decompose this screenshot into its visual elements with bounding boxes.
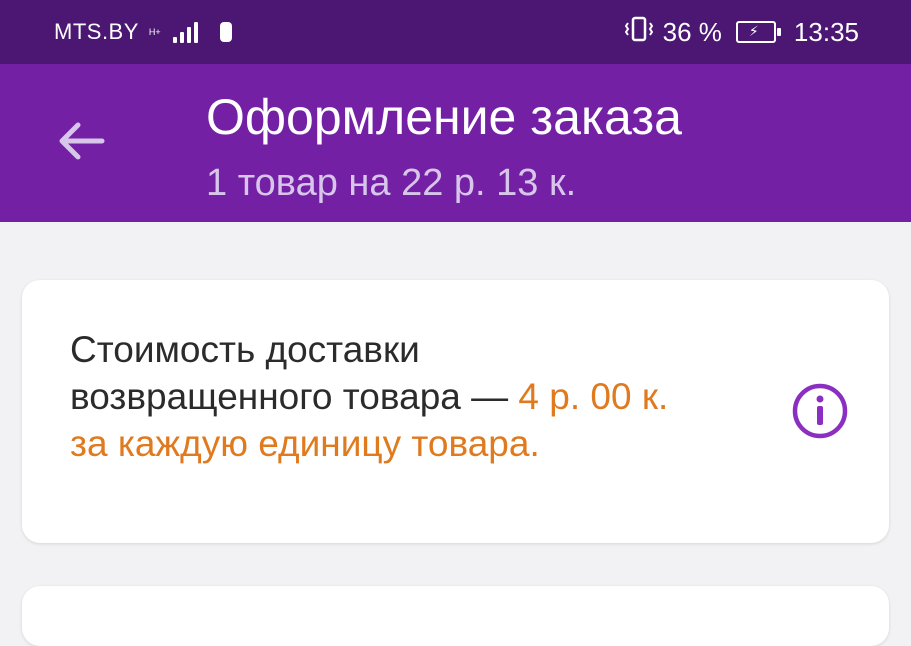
signal-icon bbox=[172, 21, 198, 43]
info-button[interactable] bbox=[791, 382, 849, 440]
network-type-label: H+ bbox=[148, 26, 161, 37]
status-right: 36 % ⚡ 13:35 bbox=[624, 16, 859, 48]
status-left: MTS.BY H+ bbox=[54, 19, 232, 45]
info-text-main: Стоимость доставки возвращенного товара … bbox=[70, 329, 509, 417]
arrow-left-icon bbox=[59, 122, 105, 160]
page-title: Оформление заказа bbox=[206, 89, 682, 145]
page-subtitle: 1 товар на 22 р. 13 к. bbox=[206, 162, 577, 204]
app-header: Оформление заказа 1 товар на 22 р. 13 к. bbox=[0, 64, 911, 222]
vibrate-icon bbox=[624, 16, 653, 48]
return-delivery-info-text: Стоимость доставки возвращенного товара … bbox=[70, 326, 690, 467]
battery-percent: 36 % bbox=[662, 16, 722, 47]
battery-charging-icon: ⚡ bbox=[735, 21, 781, 43]
back-button[interactable] bbox=[52, 112, 110, 170]
clock: 13:35 bbox=[793, 16, 859, 47]
status-bar: MTS.BY H+ 36 % ⚡ 13:35 bbox=[0, 0, 911, 64]
carrier-label: MTS.BY bbox=[54, 19, 139, 44]
network-type-text: H+ bbox=[148, 26, 161, 37]
return-delivery-info-card: Стоимость доставки возвращенного товара … bbox=[22, 280, 889, 543]
info-icon bbox=[792, 383, 848, 439]
notification-icon bbox=[219, 22, 232, 42]
next-card bbox=[22, 586, 889, 646]
